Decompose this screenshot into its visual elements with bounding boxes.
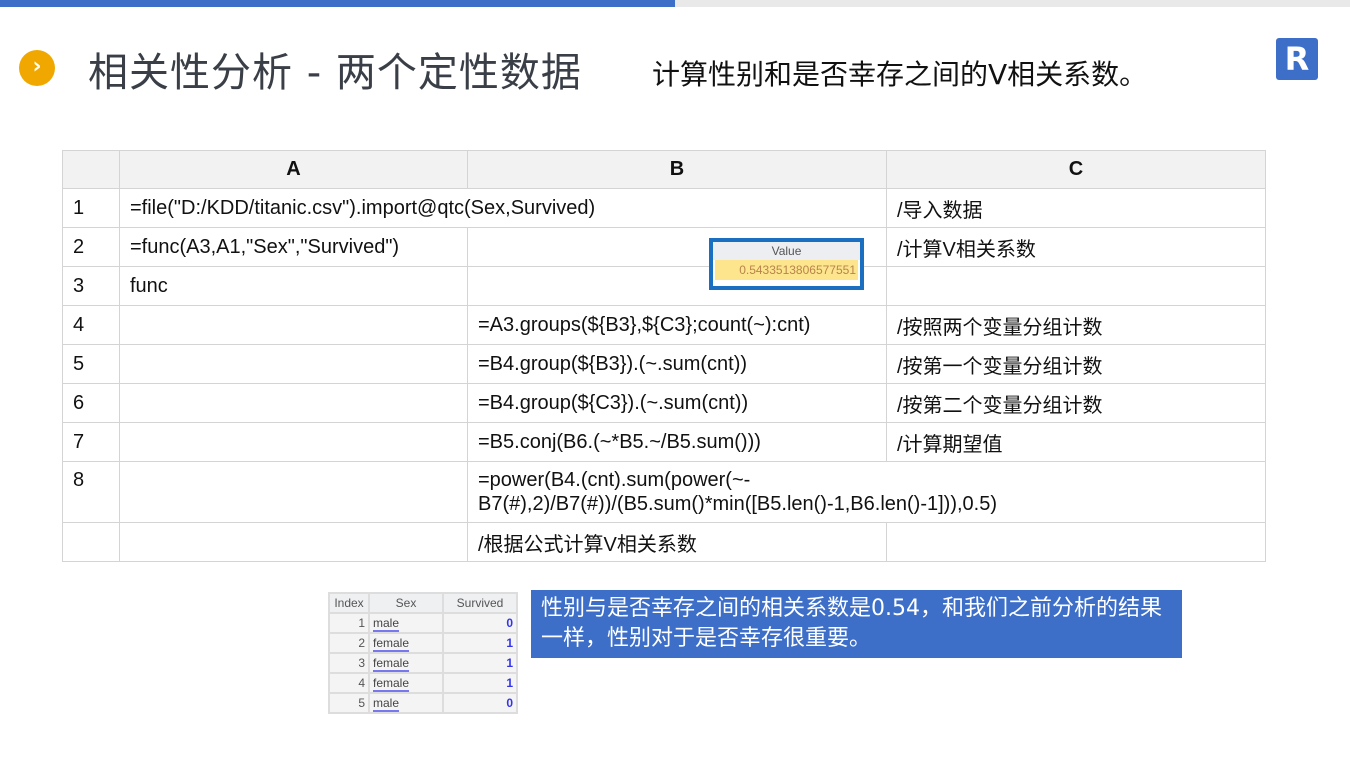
sex-cell: female <box>368 652 444 674</box>
row-header[interactable]: 1 <box>62 188 120 228</box>
spreadsheet-grid: A B C 1 =file("D:/KDD/titanic.csv").impo… <box>62 150 1266 562</box>
page-title: 相关性分析 - 两个定性数据 <box>88 50 582 96</box>
grid-row: 8 =power(B4.(cnt).sum(power(~-B7(#),2)/B… <box>62 461 1266 523</box>
cell-c7[interactable]: /计算期望值 <box>886 422 1266 462</box>
cell-c2[interactable]: /计算V相关系数 <box>886 227 1266 267</box>
table-row: 3 female 1 <box>328 652 518 674</box>
cell-c6[interactable]: /按第二个变量分组计数 <box>886 383 1266 423</box>
cell-b9[interactable]: /根据公式计算V相关系数 <box>467 522 887 562</box>
cell-c4[interactable]: /按照两个变量分组计数 <box>886 305 1266 345</box>
top-accent-bar-gray <box>675 0 1350 7</box>
index-cell: 1 <box>328 612 370 634</box>
table-row: 5 male 0 <box>328 692 518 714</box>
cell-a1[interactable]: =file("D:/KDD/titanic.csv").import@qtc(S… <box>119 188 887 228</box>
grid-row: 6 =B4.group(${C3}).(~.sum(cnt)) /按第二个变量分… <box>62 383 1266 423</box>
value-popup: Value 0.5433513806577551 <box>709 238 864 290</box>
row-header[interactable]: 6 <box>62 383 120 423</box>
row-header[interactable]: 7 <box>62 422 120 462</box>
cell-c3[interactable] <box>886 266 1266 306</box>
corner-cell[interactable] <box>62 150 120 189</box>
chevron-right-icon: › <box>19 50 55 86</box>
mini-header-sex: Sex <box>368 592 444 614</box>
value-popup-header: Value <box>713 242 860 260</box>
sex-cell: male <box>368 612 444 634</box>
result-preview-table: Index Sex Survived 1 male 0 2 female 1 3 fema… <box>328 592 518 714</box>
grid-row: 1 =file("D:/KDD/titanic.csv").import@qtc… <box>62 188 1266 228</box>
top-accent-bar <box>0 0 675 7</box>
sex-cell: female <box>368 672 444 694</box>
row-header[interactable]: 3 <box>62 266 120 306</box>
cell-b4[interactable]: =A3.groups(${B3},${C3};count(~):cnt) <box>467 305 887 345</box>
cell-b8[interactable]: =power(B4.(cnt).sum(power(~-B7(#),2)/B7(… <box>467 461 1266 523</box>
index-cell: 2 <box>328 632 370 654</box>
sex-value[interactable]: female <box>373 676 410 692</box>
sex-cell: male <box>368 692 444 714</box>
sex-value[interactable]: male <box>373 616 400 632</box>
grid-row: 3 func <box>62 266 1266 306</box>
grid-row: /根据公式计算V相关系数 <box>62 522 1266 562</box>
mini-header-survived: Survived <box>442 592 518 614</box>
cell-c9[interactable] <box>886 522 1266 562</box>
cell-b6[interactable]: =B4.group(${C3}).(~.sum(cnt)) <box>467 383 887 423</box>
column-header-b[interactable]: B <box>467 150 887 189</box>
cell-a2[interactable]: =func(A3,A1,"Sex","Survived") <box>119 227 468 267</box>
conclusion-note: 性别与是否幸存之间的相关系数是0.54，和我们之前分析的结果一样，性别对于是否幸… <box>531 590 1182 658</box>
cell-b7[interactable]: =B5.conj(B6.(~*B5.~/B5.sum())) <box>467 422 887 462</box>
sex-cell: female <box>368 632 444 654</box>
sex-value[interactable]: female <box>373 636 410 652</box>
cell-a8[interactable] <box>119 461 468 523</box>
grid-row: 7 =B5.conj(B6.(~*B5.~/B5.sum())) /计算期望值 <box>62 422 1266 462</box>
row-header[interactable]: 8 <box>62 461 120 523</box>
table-row: 1 male 0 <box>328 612 518 634</box>
index-cell: 5 <box>328 692 370 714</box>
column-header-a[interactable]: A <box>119 150 468 189</box>
grid-row: 2 =func(A3,A1,"Sex","Survived") /计算V相关系数 <box>62 227 1266 267</box>
cell-a7[interactable] <box>119 422 468 462</box>
cell-c5[interactable]: /按第一个变量分组计数 <box>886 344 1266 384</box>
value-popup-value[interactable]: 0.5433513806577551 <box>715 260 858 280</box>
mini-header-index: Index <box>328 592 370 614</box>
row-header[interactable]: 5 <box>62 344 120 384</box>
survived-cell: 1 <box>442 652 518 674</box>
cell-a4[interactable] <box>119 305 468 345</box>
cell-a9[interactable] <box>119 522 468 562</box>
logo-icon: R <box>1276 38 1318 80</box>
row-header[interactable] <box>62 522 120 562</box>
cell-a6[interactable] <box>119 383 468 423</box>
cell-a5[interactable] <box>119 344 468 384</box>
column-header-c[interactable]: C <box>886 150 1266 189</box>
row-header[interactable]: 4 <box>62 305 120 345</box>
survived-cell: 1 <box>442 672 518 694</box>
page-subtitle: 计算性别和是否幸存之间的V相关系数。 <box>652 58 1148 91</box>
row-header[interactable]: 2 <box>62 227 120 267</box>
cell-b5[interactable]: =B4.group(${B3}).(~.sum(cnt)) <box>467 344 887 384</box>
cell-a3[interactable]: func <box>119 266 468 306</box>
survived-cell: 1 <box>442 632 518 654</box>
survived-cell: 0 <box>442 692 518 714</box>
grid-row: 5 =B4.group(${B3}).(~.sum(cnt)) /按第一个变量分… <box>62 344 1266 384</box>
sex-value[interactable]: male <box>373 696 400 712</box>
sex-value[interactable]: female <box>373 656 410 672</box>
grid-row: 4 =A3.groups(${B3},${C3};count(~):cnt) /… <box>62 305 1266 345</box>
table-row: 4 female 1 <box>328 672 518 694</box>
index-cell: 3 <box>328 652 370 674</box>
table-row: 2 female 1 <box>328 632 518 654</box>
index-cell: 4 <box>328 672 370 694</box>
cell-c1[interactable]: /导入数据 <box>886 188 1266 228</box>
survived-cell: 0 <box>442 612 518 634</box>
